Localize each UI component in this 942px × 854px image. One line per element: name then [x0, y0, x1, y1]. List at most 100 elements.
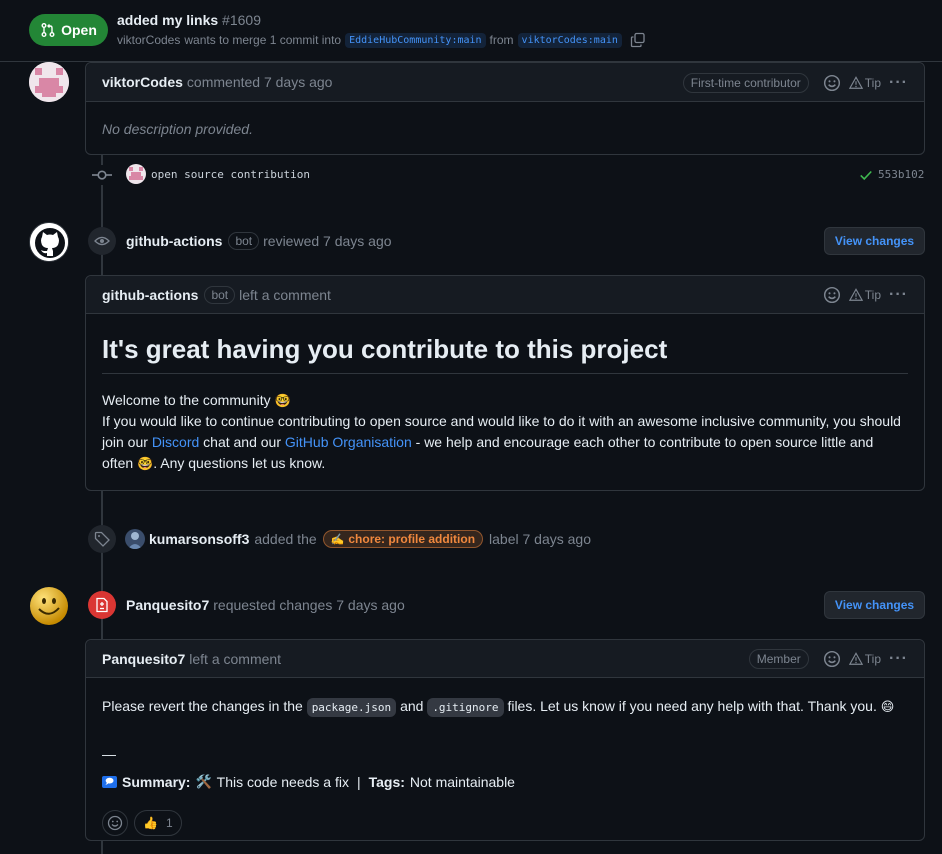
first-comment: viktorCodes commented 7 days ago First-t… [85, 62, 925, 155]
copy-icon[interactable] [630, 32, 646, 48]
pr-header: Open added my links #1609 viktorCodes wa… [0, 0, 942, 62]
commit-author-avatar[interactable] [126, 164, 146, 184]
paragraph-text: Please revert the changes in the [102, 698, 303, 714]
github-organisation-link[interactable]: GitHub Organisation [285, 434, 412, 450]
writing-hand-emoji-icon: ✍️ [330, 533, 345, 546]
pr-merge-info: viktorCodes wants to merge 1 commit into… [117, 32, 646, 48]
eye-icon [88, 227, 116, 255]
user-avatar[interactable] [125, 529, 145, 549]
comment-timestamp[interactable]: commented 7 days ago [187, 74, 333, 90]
label-author[interactable]: kumarsonsoff3 [149, 531, 249, 547]
revert-paragraph: Please revert the changes in the package… [102, 696, 908, 718]
welcome-paragraph: If you would like to continue contributi… [102, 411, 908, 474]
pr-title-text: added my links [117, 12, 219, 28]
grinning-emoji-icon: 😄 [880, 699, 895, 714]
reactions-bar: 👍 1 [102, 810, 908, 836]
commit-message[interactable]: open source contribution [151, 168, 310, 181]
kebab-menu-icon[interactable]: ··· [889, 286, 908, 304]
bot-badge: bot [204, 285, 236, 304]
comment-action: left a comment [189, 650, 282, 667]
tip-label: Tip [864, 75, 882, 90]
comment-body: Please revert the changes in the package… [86, 678, 924, 836]
commit-icon [92, 165, 112, 185]
kebab-menu-icon[interactable]: ··· [889, 74, 908, 92]
changes-requested-event: Panquesito7 requested changes 7 days ago… [88, 591, 925, 619]
welcome-line: Welcome to the community 🤓 [102, 390, 908, 411]
view-changes-button[interactable]: View changes [824, 591, 925, 619]
inline-code: package.json [306, 698, 397, 717]
commit-sha[interactable]: 553b102 [878, 168, 924, 181]
comment-heading: It's great having you contribute to this… [102, 334, 908, 374]
nerd-face-emoji-icon: 🤓 [274, 393, 291, 408]
separator-dash: — [102, 746, 116, 762]
comment-action: left a comment [239, 286, 331, 303]
tags-label: Tags: [368, 774, 405, 790]
comment-body-text: No description provided. [102, 121, 253, 137]
view-changes-button[interactable]: View changes [824, 227, 925, 255]
summary-separator: | [356, 774, 361, 790]
tools-emoji-icon: 🛠️ [195, 774, 212, 789]
comment-body: No description provided. [86, 102, 924, 156]
merge-text: wants to merge 1 commit into [184, 33, 342, 47]
thumbs-up-icon: 👍 [143, 816, 158, 830]
bot-badge: bot [228, 232, 260, 250]
paragraph-text: files. Let us know if you need any help … [507, 698, 877, 714]
paragraph-text: . Any questions let us know. [153, 455, 326, 471]
paragraph-text: chat and our [203, 434, 282, 450]
alert-icon [848, 288, 863, 301]
alert-icon [848, 75, 863, 89]
review-author[interactable]: github-actions [126, 233, 222, 249]
comment-body: It's great having you contribute to this… [86, 314, 924, 474]
check-icon[interactable] [859, 168, 873, 182]
file-diff-icon [88, 591, 116, 619]
comment-header: Panquesito7 left a comment Member Tip ··… [86, 640, 924, 678]
comment-author[interactable]: Panquesito7 [102, 651, 185, 667]
avatar[interactable] [29, 62, 69, 102]
pr-author-link[interactable]: viktorCodes [117, 33, 180, 47]
pr-number: #1609 [222, 12, 261, 28]
base-branch[interactable]: EddieHubCommunity:main [345, 32, 486, 48]
smiley-avatar [30, 587, 68, 625]
contributor-badge: First-time contributor [682, 72, 809, 93]
smiley-icon[interactable] [823, 74, 841, 92]
comment-author[interactable]: viktorCodes [102, 74, 183, 90]
add-reaction-button[interactable] [102, 810, 128, 836]
comment-author[interactable]: github-actions [102, 287, 198, 303]
github-mark-icon [30, 223, 68, 261]
smiley-icon[interactable] [823, 650, 841, 668]
label-action: added the [254, 531, 317, 547]
label-name: chore: profile addition [348, 532, 476, 546]
changes-timestamp[interactable]: requested changes 7 days ago [213, 597, 404, 613]
tip-button[interactable]: Tip [848, 75, 882, 90]
smiley-icon[interactable] [823, 286, 841, 304]
label-chip[interactable]: ✍️ chore: profile addition [322, 530, 484, 548]
kebab-menu-icon[interactable]: ··· [889, 650, 908, 668]
avatar[interactable] [29, 222, 69, 262]
smiley-icon [107, 815, 123, 831]
welcome-text: Welcome to the community [102, 392, 271, 408]
tip-button[interactable]: Tip [848, 652, 881, 666]
comment-actions: Member Tip ··· [748, 640, 908, 678]
inline-code: .gitignore [427, 698, 504, 717]
discord-link[interactable]: Discord [152, 434, 199, 450]
tip-label: Tip [864, 288, 882, 302]
label-event: kumarsonsoff3 added the ✍️ chore: profil… [88, 525, 591, 553]
changes-author[interactable]: Panquesito7 [126, 597, 209, 613]
state-badge: Open [29, 14, 108, 46]
thumbs-up-reaction[interactable]: 👍 1 [134, 810, 182, 836]
member-comment: Panquesito7 left a comment Member Tip ··… [85, 639, 925, 841]
label-timestamp[interactable]: label 7 days ago [489, 531, 591, 547]
nerd-face-emoji-icon: 🤓 [137, 456, 154, 471]
review-timestamp[interactable]: reviewed 7 days ago [263, 233, 391, 249]
commit-row: open source contribution 553b102 [92, 162, 925, 188]
comment-header: viktorCodes commented 7 days ago First-t… [86, 63, 924, 102]
alert-icon [848, 652, 863, 665]
avatar[interactable] [29, 586, 69, 626]
pull-request-icon [41, 23, 55, 37]
tag-icon [88, 525, 116, 553]
head-branch[interactable]: viktorCodes:main [517, 32, 622, 48]
comment-actions: First-time contributor Tip ··· [682, 63, 908, 102]
review-event: github-actions bot reviewed 7 days ago V… [88, 227, 925, 255]
tip-button[interactable]: Tip [848, 288, 882, 302]
paragraph-text: and [400, 698, 424, 714]
